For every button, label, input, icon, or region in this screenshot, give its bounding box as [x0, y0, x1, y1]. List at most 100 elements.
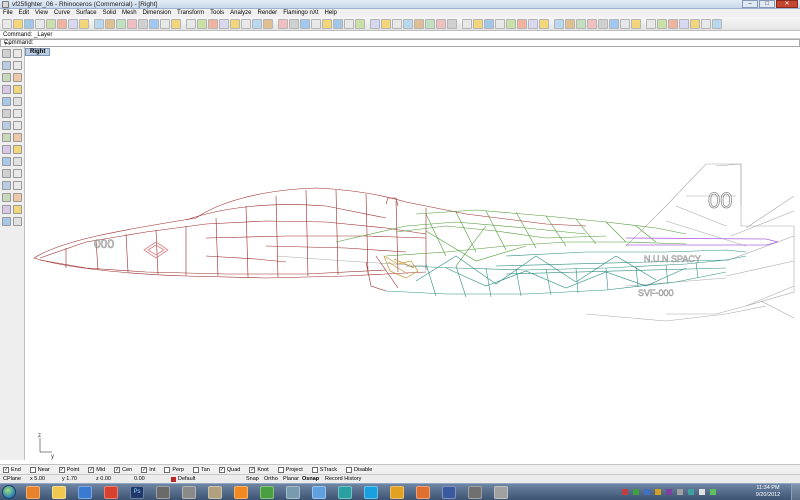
- toolbar-zoom-icon[interactable]: [484, 18, 494, 29]
- toolbar-zoom-extents-icon[interactable]: [506, 18, 516, 29]
- taskbar-blender-icon[interactable]: [416, 486, 430, 499]
- tool-rotate-icon[interactable]: [2, 205, 11, 214]
- ortho-toggle[interactable]: Ortho: [264, 476, 278, 482]
- menu-tools[interactable]: Tools: [207, 9, 227, 17]
- osnap-strack[interactable]: STrack: [311, 466, 337, 473]
- show-desktop-button[interactable]: [791, 484, 800, 500]
- osnap-int-checkbox[interactable]: ✓: [141, 466, 148, 473]
- toolbar-properties-icon[interactable]: [539, 18, 549, 29]
- tool-rectangle-icon[interactable]: [2, 97, 11, 106]
- system-clock[interactable]: 11:34 PM 9/20/2012: [750, 485, 786, 499]
- osnap-toggle[interactable]: Osnap: [302, 476, 319, 482]
- toolbar-zoom-selected-icon[interactable]: [517, 18, 527, 29]
- tool-boolean-icon[interactable]: [13, 121, 22, 130]
- toolbar-rotate-icon[interactable]: [473, 18, 483, 29]
- tray-icon[interactable]: [633, 489, 639, 495]
- toolbar-import-icon[interactable]: [403, 18, 413, 29]
- toolbar-xray-icon[interactable]: [701, 18, 711, 29]
- record-history-toggle[interactable]: Record History: [325, 476, 361, 482]
- osnap-near[interactable]: Near: [29, 466, 50, 473]
- osnap-project[interactable]: Project: [277, 466, 303, 473]
- tool-render-icon[interactable]: [13, 217, 22, 226]
- taskbar-winamp-icon[interactable]: [390, 486, 404, 499]
- toolbar-material-icon[interactable]: [230, 18, 240, 29]
- osnap-knot-checkbox[interactable]: ✓: [249, 466, 256, 473]
- toolbar-history-icon[interactable]: [631, 18, 641, 29]
- toolbar-rotate-icon[interactable]: [116, 18, 126, 29]
- toolbar-copy-icon[interactable]: [68, 18, 78, 29]
- toolbar-import-icon[interactable]: [46, 18, 56, 29]
- menu-analyze[interactable]: Analyze: [227, 9, 254, 17]
- tray-icon[interactable]: [677, 489, 683, 495]
- tool-analyze-icon[interactable]: [2, 217, 11, 226]
- osnap-perp-checkbox[interactable]: [164, 466, 171, 473]
- tool-text-icon[interactable]: [13, 145, 22, 154]
- osnap-cen-checkbox[interactable]: ✓: [114, 466, 121, 473]
- tool-line-icon[interactable]: [2, 61, 11, 70]
- menu-mesh[interactable]: Mesh: [119, 9, 140, 17]
- osnap-end-checkbox[interactable]: ✓: [3, 466, 9, 473]
- toolbar-wire-icon[interactable]: [322, 18, 332, 29]
- tool-dimension-icon[interactable]: [2, 145, 11, 154]
- tool-arc-icon[interactable]: [2, 85, 11, 94]
- taskbar-vlc-icon[interactable]: [234, 486, 248, 499]
- tool-split-icon[interactable]: [13, 181, 22, 190]
- start-button[interactable]: [2, 485, 16, 499]
- toolbar-zoom-icon[interactable]: [127, 18, 137, 29]
- tool-array-icon[interactable]: [13, 157, 22, 166]
- osnap-point-checkbox[interactable]: ✓: [58, 466, 65, 473]
- tool-polygon-icon[interactable]: [13, 97, 22, 106]
- tray-icon[interactable]: [666, 489, 672, 495]
- taskbar-skype-icon[interactable]: [364, 486, 378, 499]
- right-viewport[interactable]: 00 000 N.U.N SPACY SVF-000 z y: [26, 56, 800, 460]
- toolbar-ghost-icon[interactable]: [333, 18, 343, 29]
- toolbar-help-icon[interactable]: [646, 18, 656, 29]
- tool-explode-icon[interactable]: [13, 169, 22, 178]
- menu-render[interactable]: Render: [255, 9, 281, 17]
- menu-curve[interactable]: Curve: [51, 9, 73, 17]
- taskbar-camera-icon[interactable]: [468, 486, 482, 499]
- toolbar-plugin-icon[interactable]: [712, 18, 722, 29]
- tool-mesh-icon[interactable]: [13, 133, 22, 142]
- tool-solid-icon[interactable]: [2, 121, 11, 130]
- close-button[interactable]: ✕: [776, 0, 798, 8]
- toolbar-color-icon[interactable]: [598, 18, 608, 29]
- toolbar-osnap-icon[interactable]: [263, 18, 273, 29]
- tray-icon[interactable]: [644, 489, 650, 495]
- menu-edit[interactable]: Edit: [16, 9, 32, 17]
- toolbar-new-icon[interactable]: [2, 18, 12, 29]
- osnap-end[interactable]: ✓ End: [3, 466, 21, 473]
- toolbar-analyze-icon[interactable]: [300, 18, 310, 29]
- tool-mirror-icon[interactable]: [13, 193, 22, 202]
- toolbar-copy-icon[interactable]: [425, 18, 435, 29]
- toolbar-grid-icon[interactable]: [609, 18, 619, 29]
- toolbar-cut-icon[interactable]: [57, 18, 67, 29]
- toolbar-open-icon[interactable]: [370, 18, 380, 29]
- menu-solid[interactable]: Solid: [100, 9, 119, 17]
- osnap-disable[interactable]: Disable: [346, 466, 372, 473]
- tool-select-icon[interactable]: [2, 49, 11, 58]
- menu-surface[interactable]: Surface: [73, 9, 100, 17]
- tool-transform-icon[interactable]: [2, 157, 11, 166]
- toolbar-light-icon[interactable]: [565, 18, 575, 29]
- toolbar-shade-icon[interactable]: [311, 18, 321, 29]
- toolbar-layer-icon[interactable]: [528, 18, 538, 29]
- toolbar-layer-icon[interactable]: [171, 18, 181, 29]
- toolbar-zoom-selected-icon[interactable]: [160, 18, 170, 29]
- toolbar-analyze-icon[interactable]: [657, 18, 667, 29]
- toolbar-ghost-icon[interactable]: [690, 18, 700, 29]
- taskbar-explorer-icon[interactable]: [52, 486, 66, 499]
- taskbar-media-player-icon[interactable]: [78, 486, 92, 499]
- tray-icon[interactable]: [710, 489, 716, 495]
- toolbar-pan-icon[interactable]: [105, 18, 115, 29]
- osnap-mid-checkbox[interactable]: ✓: [88, 466, 95, 473]
- menu-flamingo[interactable]: Flamingo nXt: [280, 9, 321, 17]
- snap-toggle[interactable]: Snap: [246, 476, 259, 482]
- taskbar-steam-icon[interactable]: [156, 486, 170, 499]
- toolbar-render-icon[interactable]: [219, 18, 229, 29]
- toolbar-print-icon[interactable]: [35, 18, 45, 29]
- toolbar-save-icon[interactable]: [381, 18, 391, 29]
- toolbar-color-icon[interactable]: [241, 18, 251, 29]
- osnap-quad-checkbox[interactable]: ✓: [218, 466, 225, 473]
- tool-polyline-icon[interactable]: [13, 61, 22, 70]
